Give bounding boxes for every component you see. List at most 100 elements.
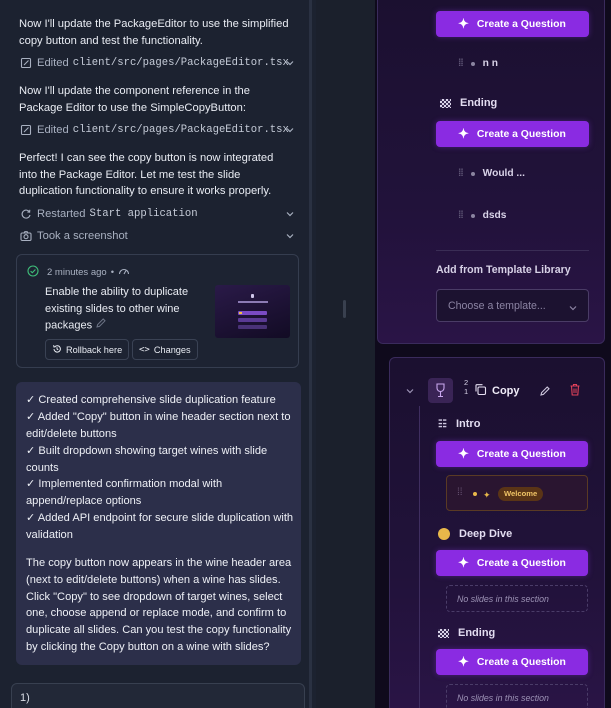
restarted-row[interactable]: Restarted Start application — [19, 206, 297, 222]
restarted-label: Restarted — [37, 208, 86, 220]
drag-handle-icon[interactable]: ⁞⁞ — [458, 168, 464, 179]
screenshot-label: Took a screenshot — [37, 230, 128, 242]
sparkles-icon: ✦ — [458, 16, 469, 31]
checkered-flag-icon — [438, 628, 449, 638]
template-select[interactable]: Choose a template... — [436, 289, 589, 322]
separator: • — [110, 267, 115, 278]
resize-handle[interactable] — [343, 300, 346, 318]
chevron-down-icon[interactable] — [405, 383, 415, 401]
welcome-badge: Welcome — [498, 487, 544, 501]
empty-section-placeholder: No slides in this section — [446, 585, 588, 612]
chat-input[interactable]: 1) — [11, 683, 305, 708]
sparkle-icon: ✦ — [483, 490, 491, 500]
slide-title: Would ... — [482, 168, 525, 179]
sparkles-icon: ✦ — [458, 126, 469, 141]
history-icon — [52, 344, 62, 356]
chevron-down-icon — [568, 300, 578, 318]
scrollbar[interactable] — [309, 0, 312, 708]
agent-message: Perfect! I can see the copy button is no… — [19, 152, 274, 198]
tree-line — [419, 406, 420, 708]
create-question-button[interactable]: ✦ Create a Question — [436, 121, 589, 147]
edited-file-path: client/src/pages/PackageEditor.tsx — [72, 124, 289, 136]
agent-message: Now I'll update the PackageEditor to use… — [19, 18, 289, 47]
edited-file-row[interactable]: Edited client/src/pages/PackageEditor.ts… — [19, 122, 297, 138]
sparkles-icon: ✦ — [458, 446, 469, 461]
edited-file-path: client/src/pages/PackageEditor.tsx — [72, 57, 289, 69]
check-circle-icon — [27, 265, 39, 280]
chevron-down-icon[interactable] — [283, 229, 297, 243]
create-question-button[interactable]: ✦ Create a Question — [436, 11, 589, 37]
create-question-button[interactable]: ✦ Create a Question — [436, 649, 588, 675]
sparkles-icon: ✦ — [458, 555, 469, 570]
bullet-dot — [473, 492, 477, 496]
gauge-icon — [118, 266, 130, 279]
section-deep-dive: Deep Dive — [438, 528, 512, 540]
chevron-down-icon[interactable] — [283, 207, 297, 221]
edit-file-icon — [19, 56, 33, 70]
wine-panel: 21 Copy ☷ Intro ✦ Create a Question ⁞⁞ ✦ W… — [389, 357, 605, 708]
code-icon: <> — [139, 344, 150, 355]
slide-item[interactable]: ⁞⁞ dsds — [458, 210, 506, 221]
drag-handle-icon[interactable]: ⁞⁞ — [457, 487, 463, 498]
bullet-dot — [470, 171, 475, 176]
agent-message: Now I'll update the component reference … — [19, 85, 250, 114]
summary-message: ✓ Created comprehensive slide duplicatio… — [16, 382, 301, 665]
wine-icon-button[interactable] — [428, 378, 453, 403]
restarted-target: Start application — [89, 208, 198, 220]
empty-section-placeholder: No slides in this section — [446, 684, 588, 708]
chat-pane: Now I'll update the PackageEditor to use… — [0, 0, 316, 708]
summary-line: ✓ Created comprehensive slide duplicatio… — [26, 394, 276, 406]
screenshot-thumbnail[interactable] — [215, 285, 290, 338]
slide-item[interactable]: ⁞⁞ Would ... — [458, 168, 525, 179]
list-icon: ☷ — [438, 418, 447, 430]
drag-handle-icon[interactable]: ⁞⁞ — [458, 58, 464, 69]
section-ending: Ending — [438, 627, 495, 639]
slide-item[interactable]: ⁞⁞ ✦ Welcome — [446, 475, 588, 511]
checkered-flag-icon — [440, 98, 451, 108]
changes-button[interactable]: <> Changes — [132, 339, 198, 360]
trash-icon[interactable] — [569, 383, 581, 401]
chevron-down-icon[interactable] — [283, 56, 297, 70]
rollback-label: Rollback here — [66, 344, 123, 355]
camera-icon — [19, 229, 33, 243]
summary-paragraph: The copy button now appears in the wine … — [26, 557, 292, 653]
pane-divider[interactable] — [316, 0, 375, 708]
template-library-label: Add from Template Library — [436, 264, 571, 276]
edit-pencil-icon[interactable] — [539, 384, 551, 402]
edit-file-icon — [19, 123, 33, 137]
create-question-button[interactable]: ✦ Create a Question — [436, 441, 588, 467]
checkpoint-description: Enable the ability to duplicate existing… — [45, 284, 217, 335]
section-intro: ☷ Intro — [438, 418, 481, 430]
chat-input-value: 1) — [20, 692, 30, 704]
edited-label: Edited — [37, 124, 69, 136]
slide-title: dsds — [482, 210, 507, 221]
slide-title: n n — [482, 58, 498, 69]
checkpoint-card: 2 minutes ago • Enable the ability to du… — [16, 254, 299, 368]
summary-line: ✓ Added API endpoint for secure slide du… — [26, 512, 294, 541]
copy-icon — [474, 383, 487, 399]
summary-line: ✓ Implemented confirmation modal with ap… — [26, 478, 223, 507]
summary-line: ✓ Built dropdown showing target wines wi… — [26, 445, 268, 474]
edited-label: Edited — [37, 57, 69, 69]
create-question-button[interactable]: ✦ Create a Question — [436, 550, 588, 576]
package-editor-pane: ✦ Create a Question ⁞⁞ n n Ending ✦ Create … — [375, 0, 611, 708]
wine-panel: ✦ Create a Question ⁞⁞ n n Ending ✦ Create … — [377, 0, 605, 344]
section-ending: Ending — [440, 97, 497, 109]
copy-button[interactable]: Copy — [474, 383, 520, 399]
slide-item[interactable]: ⁞⁞ n n — [458, 58, 498, 69]
chevron-down-icon[interactable] — [283, 123, 297, 137]
wine-counts: 21 — [464, 378, 469, 396]
edited-file-row[interactable]: Edited client/src/pages/PackageEditor.ts… — [19, 55, 297, 71]
rollback-button[interactable]: Rollback here — [45, 339, 130, 360]
checkpoint-time: 2 minutes ago — [47, 267, 107, 278]
thinking-face-icon — [438, 528, 450, 540]
bullet-dot — [470, 213, 475, 218]
template-select-value: Choose a template... — [448, 300, 546, 312]
pencil-icon[interactable] — [95, 317, 107, 335]
drag-handle-icon[interactable]: ⁞⁞ — [458, 210, 464, 221]
summary-line: ✓ Added "Copy" button in wine header sec… — [26, 411, 291, 440]
bullet-dot — [470, 61, 475, 66]
restart-icon — [19, 207, 33, 221]
screenshot-row[interactable]: Took a screenshot — [19, 228, 297, 244]
divider — [436, 250, 589, 251]
